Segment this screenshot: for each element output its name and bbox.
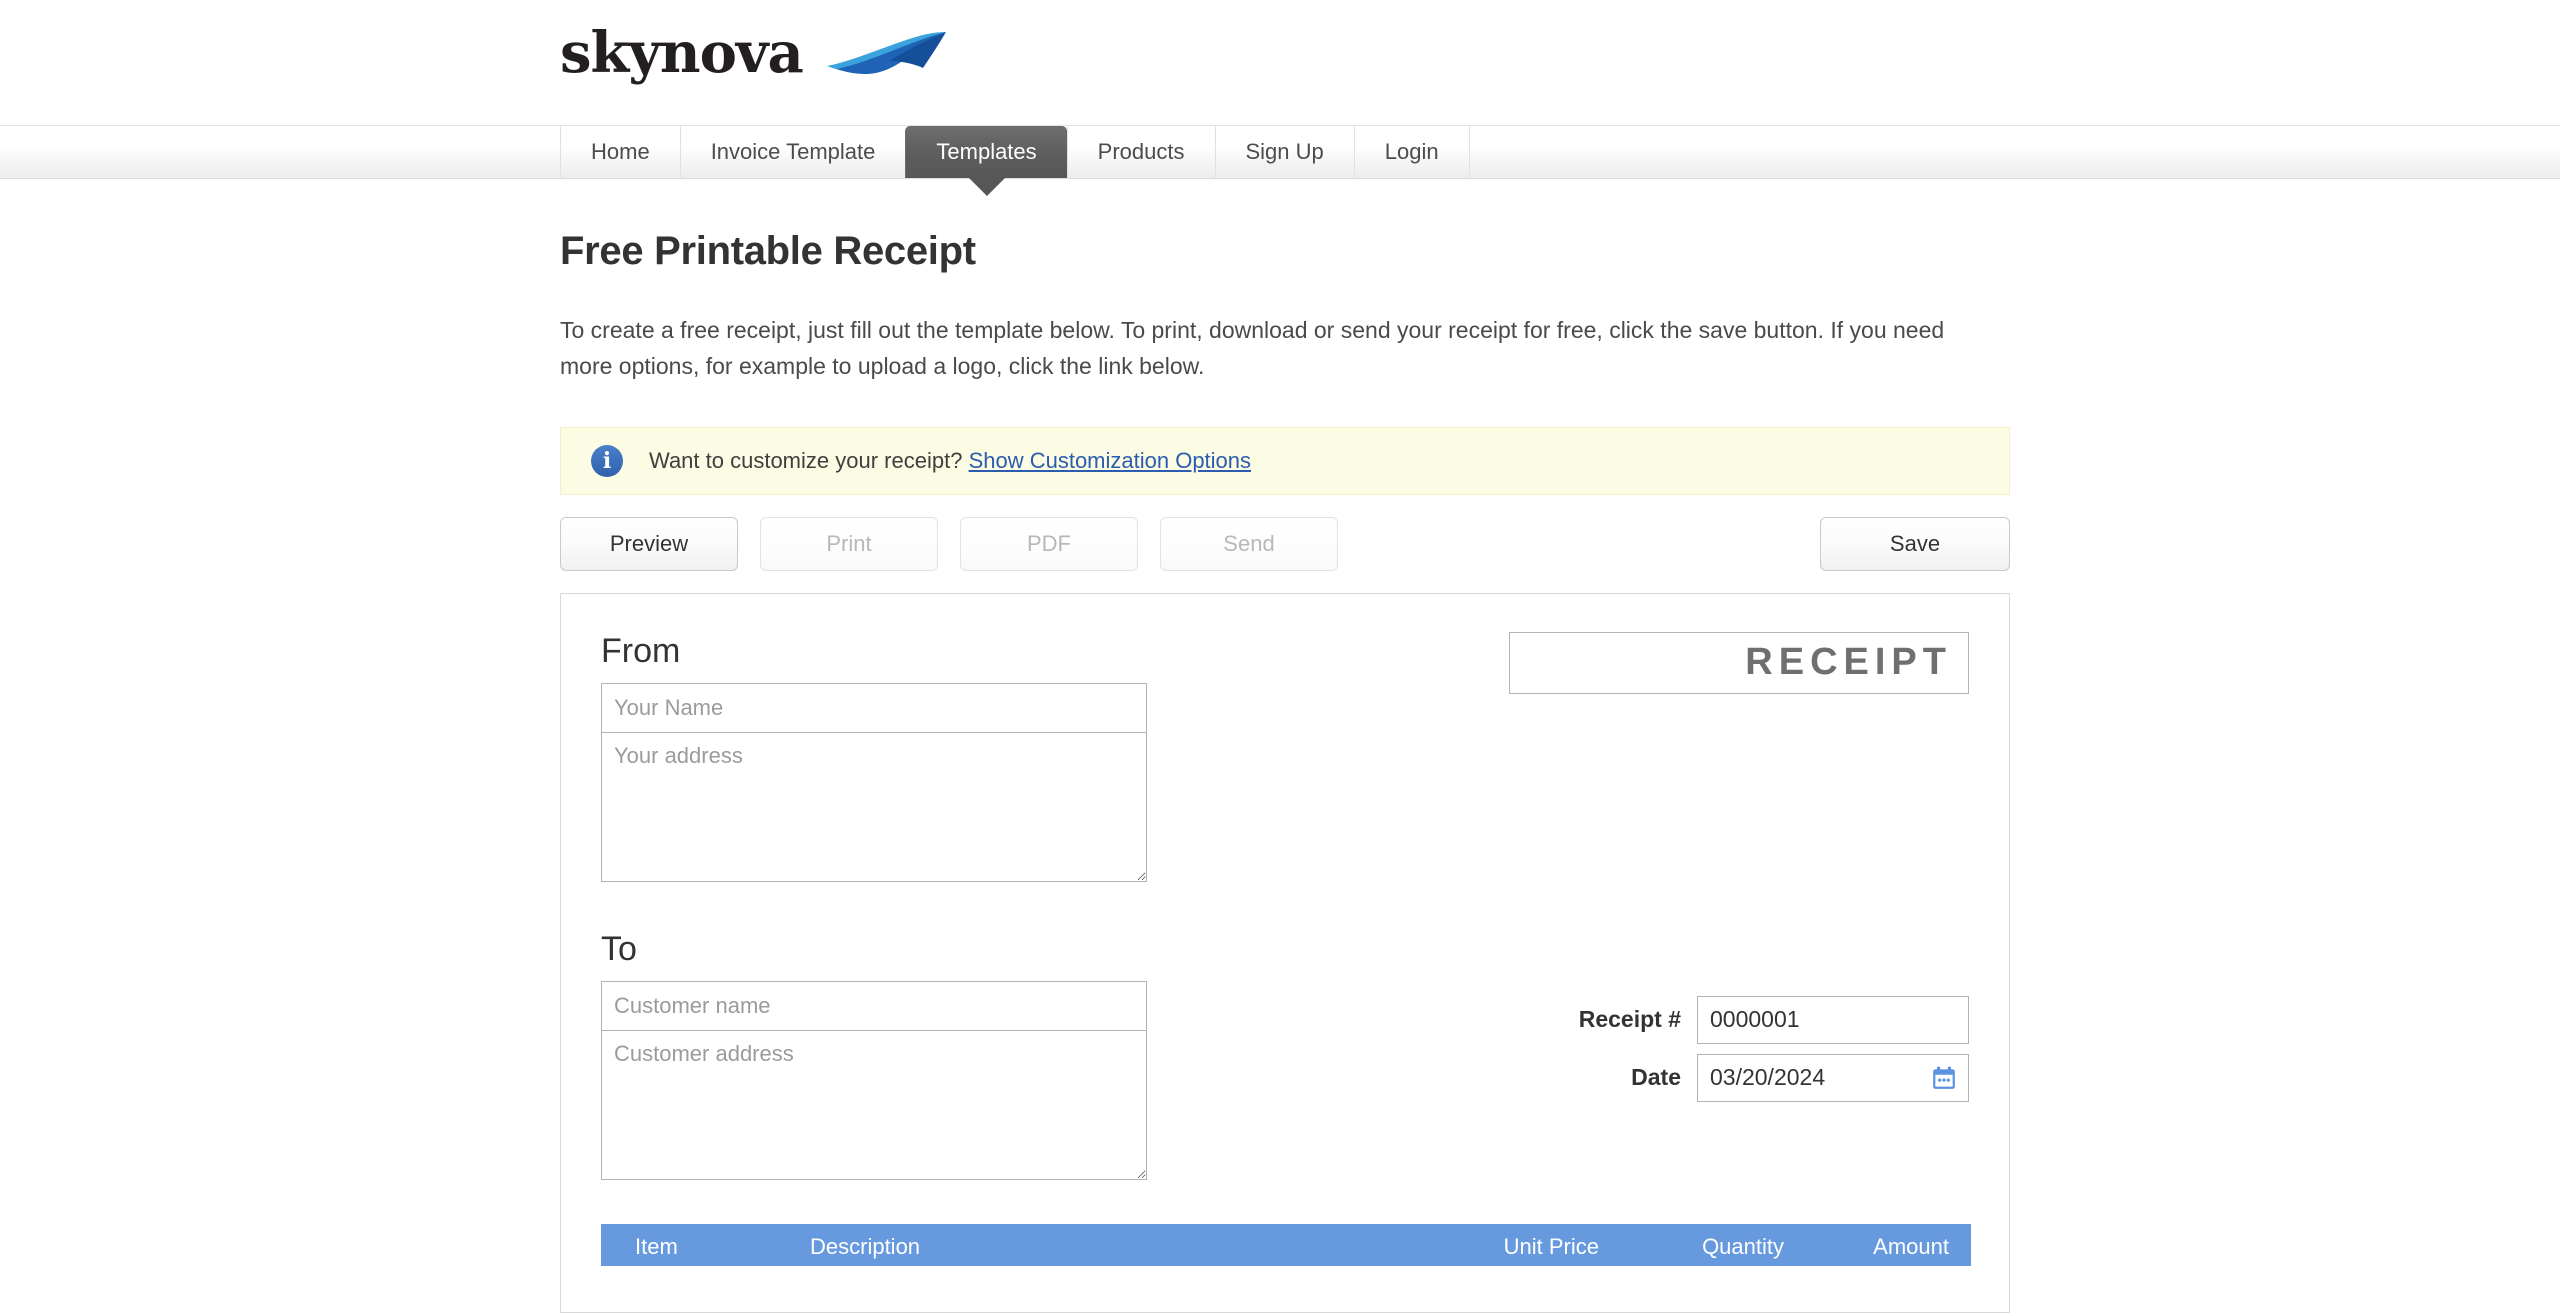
save-button[interactable]: Save xyxy=(1820,516,2010,571)
date-input[interactable] xyxy=(1697,1053,1969,1102)
nav-item-login[interactable]: Login xyxy=(1353,126,1470,178)
banner-text: Want to customize your receipt? xyxy=(649,447,963,473)
nav-items: Home Invoice Template Templates Products… xyxy=(560,126,1470,178)
brand-header: skynova xyxy=(0,0,2560,125)
document-meta-column: RECEIPT Receipt # Date xyxy=(1509,631,1969,1180)
receipt-form-panel: From To RECEIPT Receipt # xyxy=(560,592,2010,1313)
customization-banner: i Want to customize your receipt? Show C… xyxy=(560,426,2010,495)
send-button[interactable]: Send xyxy=(1160,516,1338,571)
receipt-number-label: Receipt # xyxy=(1578,1006,1681,1033)
site-logo[interactable]: skynova xyxy=(560,25,947,81)
pdf-button[interactable]: PDF xyxy=(960,516,1138,571)
document-title-text: RECEIPT xyxy=(1745,641,1952,684)
from-name-input[interactable] xyxy=(601,682,1147,733)
from-section-heading: From xyxy=(601,631,681,670)
column-header-quantity: Quantity xyxy=(1702,1233,1784,1259)
from-address-textarea[interactable] xyxy=(601,731,1147,882)
show-customization-options-link[interactable]: Show Customization Options xyxy=(969,448,1251,473)
column-header-amount: Amount xyxy=(1873,1233,1949,1259)
meta-fields: Receipt # Date xyxy=(1509,995,1969,1112)
document-toolbar: Preview Print PDF Send Save xyxy=(560,516,2010,571)
print-button[interactable]: Print xyxy=(760,516,938,571)
date-input-wrap xyxy=(1697,1053,1969,1102)
nav-item-templates[interactable]: Templates xyxy=(905,126,1067,178)
nav-item-invoice-template[interactable]: Invoice Template xyxy=(679,126,906,178)
main-navigation: Home Invoice Template Templates Products… xyxy=(0,125,2560,179)
column-header-unit-price: Unit Price xyxy=(1503,1233,1599,1259)
line-items-table: Item Description Unit Price Quantity Amo… xyxy=(601,1223,1971,1266)
calendar-icon[interactable] xyxy=(1931,1065,1957,1091)
content-container: Free Printable Receipt To create a free … xyxy=(560,229,2010,1313)
receipt-number-input-wrap xyxy=(1697,995,1969,1044)
column-header-description: Description xyxy=(810,1233,921,1259)
to-address-textarea[interactable] xyxy=(601,1029,1147,1180)
receipt-number-row: Receipt # xyxy=(1509,995,1969,1044)
to-section-heading: To xyxy=(601,929,637,968)
swoosh-icon xyxy=(826,30,947,76)
column-header-item: Item xyxy=(635,1233,678,1259)
to-name-input[interactable] xyxy=(601,980,1147,1031)
date-label: Date xyxy=(1631,1064,1681,1091)
line-items-header-row: Item Description Unit Price Quantity Amo… xyxy=(601,1224,1971,1266)
nav-item-home[interactable]: Home xyxy=(560,126,680,178)
intro-paragraph: To create a free receipt, just fill out … xyxy=(560,317,1945,380)
page-title: Free Printable Receipt xyxy=(560,229,976,273)
party-details-column: From To xyxy=(601,632,1161,1180)
receipt-number-input[interactable] xyxy=(1697,995,1969,1044)
date-row: Date xyxy=(1509,1053,1969,1102)
info-icon: i xyxy=(591,444,623,477)
preview-button[interactable]: Preview xyxy=(560,516,738,571)
nav-item-products[interactable]: Products xyxy=(1066,126,1215,178)
logo-wordmark: skynova xyxy=(560,20,804,86)
banner-text-wrap: Want to customize your receipt? Show Cus… xyxy=(649,448,1251,474)
nav-item-sign-up[interactable]: Sign Up xyxy=(1214,126,1354,178)
document-title-box: RECEIPT xyxy=(1509,631,1969,694)
page-body: Free Printable Receipt To create a free … xyxy=(0,229,2560,1313)
panel-columns: From To RECEIPT Receipt # xyxy=(601,631,1969,1180)
